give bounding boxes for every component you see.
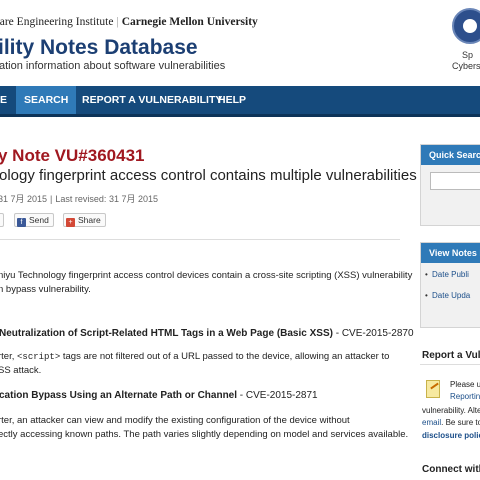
site-header: vare Engineering Institute | Carnegie Mell… (0, 0, 480, 86)
overview-line-1: niyu Technology fingerprint access contr… (0, 270, 413, 281)
nav-search[interactable]: SEARCH (16, 86, 77, 114)
report-form-icon (426, 380, 440, 398)
send-label: Send (29, 215, 49, 225)
sei-label: vare Engineering Institute (0, 16, 114, 28)
quick-search-input[interactable] (430, 172, 480, 190)
dhs-seal-icon[interactable] (452, 8, 480, 44)
script-tag-code: <script> (17, 352, 61, 362)
sidebar-item-date-published[interactable]: Date Publi (425, 270, 469, 279)
vuln2-line-1: rter, an attacker can view and modify th… (0, 415, 350, 426)
date-separator: | (50, 194, 53, 204)
last-revised-date: 31 7月 2015 (108, 194, 158, 204)
page-subtitle: ology fingerprint access control contain… (0, 167, 417, 184)
cmu-label: Carnegie Mellon University (121, 16, 258, 28)
vuln2-cve[interactable]: - CVE-2015-2871 (237, 390, 318, 401)
vuln2-heading-text: cation Bypass Using an Alternate Path or… (0, 390, 238, 401)
google-share-button[interactable]: + Share (63, 213, 106, 227)
email-link[interactable]: email (422, 418, 441, 427)
view-notes-box: View Notes B (420, 242, 480, 328)
report-email-line: email. Be sure to (422, 418, 480, 427)
google-plus-icon: + (66, 218, 75, 227)
tweet-button[interactable] (0, 213, 4, 227)
vuln1-heading-text: Neutralization of Script-Related HTML Ta… (0, 328, 333, 339)
vuln1-heading: Neutralization of Script-Related HTML Ta… (0, 328, 414, 339)
nav-report-vulnerability[interactable]: REPORT A VULNERABILITY (74, 86, 230, 114)
vuln1-line-2: SS attack. (0, 365, 42, 376)
sei-cmu-logo[interactable]: vare Engineering Institute | Carnegie Mell… (0, 16, 258, 28)
vuln1-cve[interactable]: - CVE-2015-2870 (333, 328, 414, 339)
main-nav: E SEARCH REPORT A VULNERABILITY HELP (0, 86, 480, 117)
last-revised-label: Last revised: (55, 194, 107, 204)
logo-separator: | (116, 16, 119, 28)
main-content: y Note VU#360431 ology fingerprint acces… (0, 118, 417, 480)
vuln1-line-1: rter, <script> tags are not filtered out… (0, 350, 389, 364)
facebook-send-button[interactable]: f Send (14, 213, 54, 227)
vuln2-line-2: ectly accessing known paths. The path va… (0, 429, 409, 440)
reporting-link[interactable]: Reporting (450, 392, 480, 401)
sidebar-item-date-updated[interactable]: Date Upda (425, 291, 470, 300)
vuln1-line1-pre: rter, (0, 351, 15, 362)
sidebar: Quick Search View Notes B Date Publi Dat… (420, 118, 480, 480)
page-title: y Note VU#360431 (0, 146, 145, 165)
share-label: Share (78, 215, 101, 225)
database-title[interactable]: ility Notes Database (0, 36, 198, 60)
dhs-text-line2: Cybers (452, 61, 480, 71)
connect-title: Connect with (422, 464, 480, 475)
be-sure-text: . Be sure to (441, 418, 480, 427)
dates-line: 31 7月 2015 | Last revised: 31 7月 2015 (0, 192, 158, 205)
report-please: Please u (450, 380, 480, 389)
sidebar-divider (420, 364, 480, 365)
report-vuln-title: Report a Vuln (422, 350, 480, 361)
vuln2-heading: cation Bypass Using an Alternate Path or… (0, 390, 318, 401)
content-divider (0, 239, 400, 240)
view-notes-header: View Notes B (421, 243, 480, 263)
overview-line-2: n bypass vulnerability. (0, 284, 91, 295)
report-vulnerability-text: vulnerability. Alte (422, 406, 480, 415)
database-subtitle: ation information about software vulnera… (0, 60, 226, 72)
dhs-text-line1: Sp (462, 50, 474, 60)
disclosure-policy-link[interactable]: disclosure policy (422, 431, 480, 440)
nav-home[interactable]: E (0, 86, 15, 114)
facebook-icon: f (17, 218, 26, 227)
original-release-date: 31 7月 2015 (0, 194, 48, 204)
vuln1-line1-post: tags are not filtered out of a URL passe… (60, 351, 390, 362)
nav-help[interactable]: HELP (210, 86, 254, 114)
quick-search-header: Quick Search (421, 145, 480, 165)
